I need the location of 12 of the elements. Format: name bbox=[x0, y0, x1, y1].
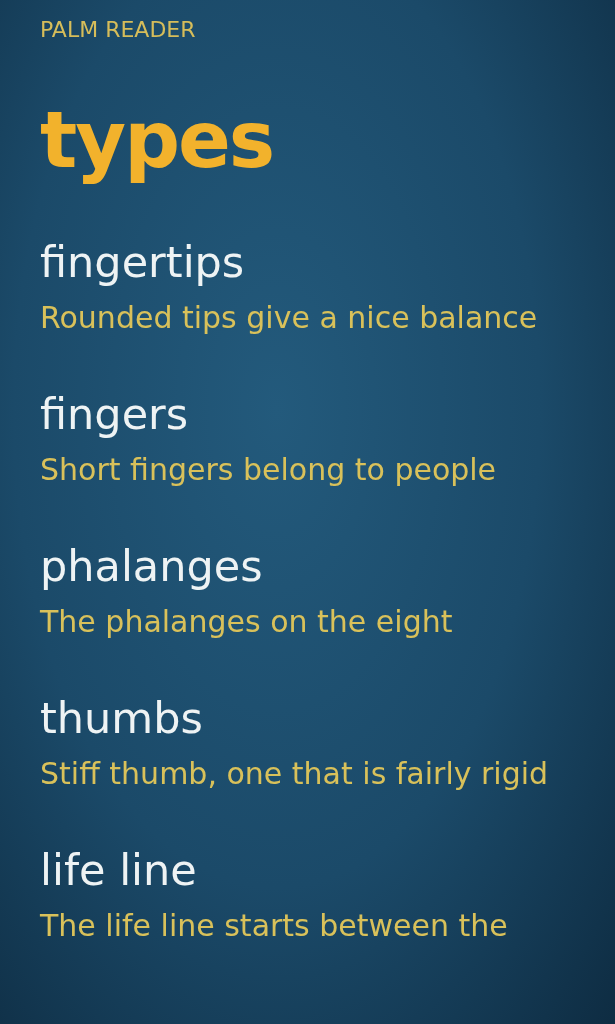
item-title: thumbs bbox=[40, 692, 203, 744]
item-description: Rounded tips give a nice balance bbox=[40, 299, 538, 337]
app-title: PALM READER bbox=[40, 16, 196, 44]
item-description: The phalanges on the eight bbox=[40, 603, 453, 641]
item-title: life line bbox=[40, 844, 197, 896]
page-heading: types bbox=[40, 94, 274, 187]
item-description: Short fingers belong to people bbox=[40, 451, 497, 489]
item-description: Stiff thumb, one that is fairly rigid bbox=[40, 755, 549, 793]
item-title: fingertips bbox=[40, 236, 245, 288]
item-description: The life line starts between the bbox=[40, 907, 508, 945]
item-title: fingers bbox=[40, 388, 189, 440]
item-title: phalanges bbox=[40, 540, 263, 592]
